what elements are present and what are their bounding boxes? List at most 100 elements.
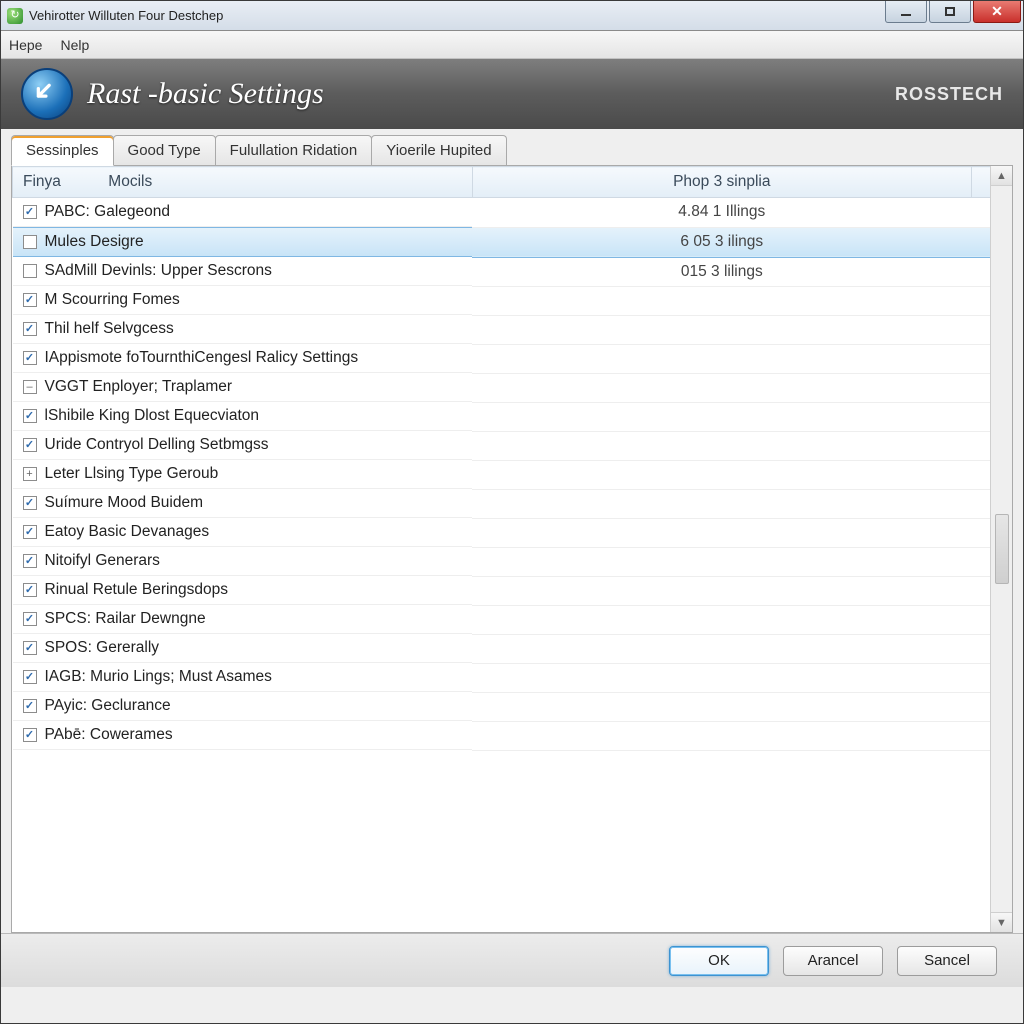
row-checkbox[interactable] bbox=[23, 670, 37, 684]
window-title: Vehirotter Willuten Four Destchep bbox=[29, 8, 223, 23]
tabs-container: SessinplesGood TypeFulullation RidationY… bbox=[1, 129, 1023, 933]
app-icon bbox=[7, 8, 23, 24]
tab-0[interactable]: Sessinples bbox=[11, 135, 114, 166]
row-checkbox[interactable] bbox=[23, 438, 37, 452]
row-name: IAGB: Murio Lings; Must Asames bbox=[45, 668, 272, 686]
table-row[interactable]: Leter Llsing Type Geroub bbox=[13, 460, 1012, 489]
table-row[interactable]: PABC: Galegeond 4.84 1 Illings bbox=[13, 198, 1012, 228]
tab-panel: Finya Mocils Phop 3 sinplia PABC: Galege… bbox=[11, 165, 1013, 933]
scroll-down-icon[interactable]: ▼ bbox=[991, 912, 1012, 932]
table-row[interactable]: Suímure Mood Buidem bbox=[13, 489, 1012, 518]
row-checkbox[interactable] bbox=[23, 293, 37, 307]
column-header-name[interactable]: Finya Mocils bbox=[13, 167, 473, 198]
arancel-button[interactable]: Arancel bbox=[783, 946, 883, 976]
row-name: IAppismote foTournthiCengesl Ralicy Sett… bbox=[45, 349, 359, 367]
maximize-button[interactable] bbox=[929, 1, 971, 23]
row-name: PABC: Galegeond bbox=[45, 203, 171, 221]
row-name: Suímure Mood Buidem bbox=[45, 494, 204, 512]
row-value: 6 05 3 ilings bbox=[472, 227, 972, 257]
row-checkbox[interactable] bbox=[23, 467, 37, 481]
row-value bbox=[472, 634, 972, 663]
table-row[interactable]: Thil helf Selvgcess bbox=[13, 315, 1012, 344]
brand-logo: ROSSTECH bbox=[895, 84, 1003, 105]
row-name: Thil helf Selvgcess bbox=[45, 320, 174, 338]
column-header-label: Mocils bbox=[108, 173, 152, 190]
vertical-scrollbar[interactable]: ▲ ▼ bbox=[990, 166, 1012, 932]
row-name: Mules Desigre bbox=[45, 233, 144, 251]
column-header-value[interactable]: Phop 3 sinplia bbox=[472, 167, 972, 198]
scroll-up-icon[interactable]: ▲ bbox=[991, 166, 1012, 186]
row-name: Eatoy Basic Devanages bbox=[45, 523, 210, 541]
column-header-label: Finya bbox=[23, 173, 61, 190]
scroll-thumb[interactable] bbox=[995, 514, 1009, 584]
row-checkbox[interactable] bbox=[23, 409, 37, 423]
row-checkbox[interactable] bbox=[23, 322, 37, 336]
application-window: Vehirotter Willuten Four Destchep ✕ Hepe… bbox=[0, 0, 1024, 1024]
row-checkbox[interactable] bbox=[23, 235, 37, 249]
row-checkbox[interactable] bbox=[23, 264, 37, 278]
row-value bbox=[472, 692, 972, 721]
header-arrow-icon bbox=[21, 68, 73, 120]
table-row[interactable]: M Scourring Fomes bbox=[13, 286, 1012, 315]
page-title: Rast -basic Settings bbox=[87, 77, 324, 111]
row-name: Nitoifyl Generars bbox=[45, 552, 160, 570]
row-checkbox[interactable] bbox=[23, 525, 37, 539]
table-row[interactable]: SAdMill Devinls: Upper Sescrons015 3 lil… bbox=[13, 257, 1012, 286]
table-row[interactable]: PAyic: Geclurance bbox=[13, 692, 1012, 721]
row-value: 015 3 lilings bbox=[472, 257, 972, 286]
row-checkbox[interactable] bbox=[23, 496, 37, 510]
table-row[interactable]: IAppismote foTournthiCengesl Ralicy Sett… bbox=[13, 344, 1012, 373]
tab-3[interactable]: Yioerile Hupited bbox=[371, 135, 506, 166]
minimize-button[interactable] bbox=[885, 1, 927, 23]
row-value bbox=[472, 547, 972, 576]
table-row[interactable]: Rinual Retule Beringsdops bbox=[13, 576, 1012, 605]
table-row[interactable]: Nitoifyl Generars bbox=[13, 547, 1012, 576]
menubar: Hepe Nelp bbox=[1, 31, 1023, 59]
row-checkbox[interactable] bbox=[23, 351, 37, 365]
row-checkbox[interactable] bbox=[23, 554, 37, 568]
row-name: PAbē: Cowerames bbox=[45, 726, 173, 744]
row-value: 4.84 1 Illings bbox=[472, 198, 972, 228]
row-checkbox[interactable] bbox=[23, 728, 37, 742]
row-checkbox[interactable] bbox=[23, 380, 37, 394]
row-value bbox=[472, 286, 972, 315]
sancel-button[interactable]: Sancel bbox=[897, 946, 997, 976]
table-row[interactable]: VGGT Enployer; Traplamer bbox=[13, 373, 1012, 402]
row-value bbox=[472, 373, 972, 402]
table-row[interactable]: PAbē: Cowerames bbox=[13, 721, 1012, 750]
table-row[interactable]: Eatoy Basic Devanages bbox=[13, 518, 1012, 547]
table-row[interactable]: SPCS: Railar Dewngne bbox=[13, 605, 1012, 634]
window-controls: ✕ bbox=[885, 1, 1023, 30]
row-value bbox=[472, 402, 972, 431]
column-header-label: Phop 3 sinplia bbox=[673, 173, 770, 190]
close-button[interactable]: ✕ bbox=[973, 1, 1021, 23]
row-value bbox=[472, 721, 972, 750]
header-banner: Rast -basic Settings ROSSTECH bbox=[1, 59, 1023, 129]
ok-button[interactable]: OK bbox=[669, 946, 769, 976]
tab-2[interactable]: Fulullation Ridation bbox=[215, 135, 373, 166]
tab-1[interactable]: Good Type bbox=[113, 135, 216, 166]
tab-strip: SessinplesGood TypeFulullation RidationY… bbox=[11, 135, 1013, 166]
row-name: Rinual Retule Beringsdops bbox=[45, 581, 229, 599]
table-row[interactable]: SPOS: Gererally bbox=[13, 634, 1012, 663]
row-name: SPCS: Railar Dewngne bbox=[45, 610, 206, 628]
table-row[interactable]: Uride Contryol Delling Setbmgss bbox=[13, 431, 1012, 460]
menu-item[interactable]: Nelp bbox=[60, 37, 89, 53]
table-row[interactable]: Mules Desigre 6 05 3 ilings bbox=[13, 227, 1012, 257]
table-row[interactable]: lShibile King Dlost Equecviaton bbox=[13, 402, 1012, 431]
table-row[interactable]: IAGB: Murio Lings; Must Asames bbox=[13, 663, 1012, 692]
row-checkbox[interactable] bbox=[23, 612, 37, 626]
titlebar: Vehirotter Willuten Four Destchep ✕ bbox=[1, 1, 1023, 31]
row-name: Leter Llsing Type Geroub bbox=[45, 465, 219, 483]
row-checkbox[interactable] bbox=[23, 583, 37, 597]
row-name: PAyic: Geclurance bbox=[45, 697, 171, 715]
row-value bbox=[472, 663, 972, 692]
row-checkbox[interactable] bbox=[23, 205, 37, 219]
row-value bbox=[472, 576, 972, 605]
menu-item[interactable]: Hepe bbox=[9, 37, 42, 53]
row-checkbox[interactable] bbox=[23, 699, 37, 713]
row-checkbox[interactable] bbox=[23, 641, 37, 655]
row-value bbox=[472, 344, 972, 373]
row-name: VGGT Enployer; Traplamer bbox=[45, 378, 233, 396]
row-value bbox=[472, 518, 972, 547]
